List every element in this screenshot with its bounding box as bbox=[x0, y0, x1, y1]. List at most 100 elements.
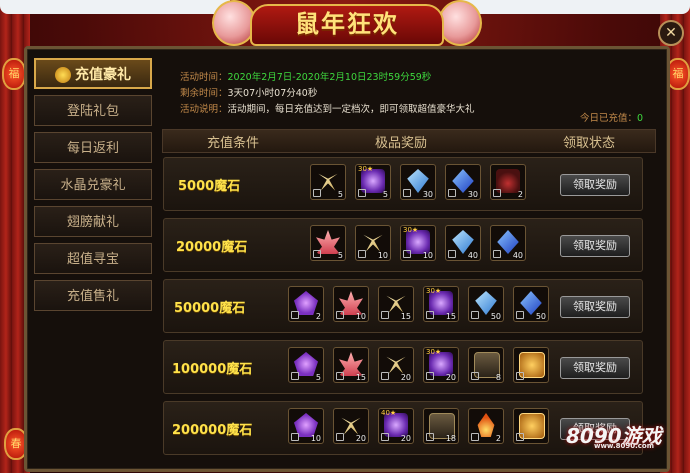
claim-reward-button[interactable]: 领取奖励 bbox=[560, 296, 630, 318]
reward-item[interactable]: 20 bbox=[378, 347, 414, 383]
item-quantity: 15 bbox=[445, 312, 456, 321]
time-value: 2020年2月7日-2020年2月10日23时59分59秒 bbox=[227, 72, 432, 83]
reward-item[interactable]: 30★ 15 bbox=[423, 286, 459, 322]
item-quantity: 30 bbox=[467, 190, 478, 199]
bound-lock-icon bbox=[313, 250, 321, 258]
claim-reward-button[interactable]: 领取奖励 bbox=[560, 235, 630, 257]
event-title: 鼠年狂欢 bbox=[250, 4, 444, 46]
item-quantity: 30 bbox=[422, 190, 433, 199]
bound-lock-icon bbox=[403, 189, 411, 197]
reward-item[interactable]: 50 bbox=[513, 286, 549, 322]
tab-label: 翅膀献礼 bbox=[66, 215, 119, 230]
item-level: 30★ bbox=[426, 287, 442, 295]
reward-item[interactable]: 18 bbox=[423, 408, 459, 444]
reward-item[interactable]: 10 bbox=[333, 286, 369, 322]
desc-label: 活动说明： bbox=[180, 104, 228, 115]
reward-item[interactable]: 2 bbox=[490, 164, 526, 200]
bound-lock-icon bbox=[493, 189, 501, 197]
reward-item[interactable]: 10 bbox=[288, 408, 324, 444]
bound-lock-icon bbox=[471, 433, 479, 441]
lantern-icon: 福 bbox=[2, 58, 26, 90]
tab-0[interactable]: 充值豪礼 bbox=[34, 58, 152, 89]
tab-6[interactable]: 充值售礼 bbox=[34, 280, 152, 311]
tab-2[interactable]: 每日返利 bbox=[34, 132, 152, 163]
tab-label: 充值豪礼 bbox=[75, 67, 131, 83]
bound-lock-icon bbox=[358, 250, 366, 258]
item-quantity: 18 bbox=[445, 434, 456, 443]
event-info: 活动时间：2020年2月7日-2020年2月10日23时59分59秒 剩余时间：… bbox=[180, 70, 475, 118]
reward-item[interactable]: 30 bbox=[445, 164, 481, 200]
reward-item[interactable]: 10 bbox=[355, 225, 391, 261]
recharge-condition: 50000魔石 bbox=[174, 301, 246, 316]
reward-row: 100000魔石 5 15 20 30★ 20 8 领取奖励 bbox=[163, 340, 643, 394]
bound-lock-icon bbox=[313, 189, 321, 197]
item-quantity: 40 bbox=[512, 251, 523, 260]
time-label: 活动时间： bbox=[180, 72, 228, 83]
col-condition: 充值条件 bbox=[207, 136, 260, 151]
tab-1[interactable]: 登陆礼包 bbox=[34, 95, 152, 126]
reward-item[interactable]: 2 bbox=[468, 408, 504, 444]
reward-item[interactable]: 40★ 20 bbox=[378, 408, 414, 444]
bound-lock-icon bbox=[381, 311, 389, 319]
reward-item[interactable]: 5 bbox=[310, 225, 346, 261]
remain-label: 剩余时间： bbox=[180, 88, 228, 99]
recharge-condition: 200000魔石 bbox=[172, 423, 253, 438]
bound-lock-icon bbox=[336, 311, 344, 319]
reward-row: 20000魔石 5 10 30★ 10 40 40 领取奖励 bbox=[163, 218, 643, 272]
site-watermark: 8090游戏 www.8090.com bbox=[566, 420, 662, 450]
reward-item[interactable]: 15 bbox=[333, 347, 369, 383]
item-quantity: 10 bbox=[310, 434, 321, 443]
table-header: 充值条件 极品奖励 领取状态 bbox=[162, 129, 656, 153]
reward-item[interactable]: 5 bbox=[288, 347, 324, 383]
reward-item[interactable]: 5 bbox=[310, 164, 346, 200]
tab-3[interactable]: 水晶兑豪礼 bbox=[34, 169, 152, 200]
claim-reward-button[interactable]: 领取奖励 bbox=[560, 174, 630, 196]
bound-lock-icon bbox=[448, 189, 456, 197]
reward-item[interactable] bbox=[513, 408, 549, 444]
desc-value: 活动期间，每日充值达到一定档次，即可领取超值豪华大礼 bbox=[227, 104, 475, 115]
tab-label: 超值寻宝 bbox=[66, 252, 119, 267]
reward-item[interactable]: 30★ 5 bbox=[355, 164, 391, 200]
bound-lock-icon bbox=[471, 311, 479, 319]
bound-lock-icon bbox=[403, 250, 411, 258]
snow-decoration bbox=[460, 0, 690, 14]
reward-item[interactable]: 50 bbox=[468, 286, 504, 322]
rat-mascot-icon bbox=[438, 0, 482, 46]
watermark-sub: www.8090.com bbox=[594, 442, 655, 450]
bound-lock-icon bbox=[291, 372, 299, 380]
bound-lock-icon bbox=[516, 372, 524, 380]
item-quantity: 5 bbox=[337, 190, 343, 199]
tab-list: 充值豪礼登陆礼包每日返利水晶兑豪礼翅膀献礼超值寻宝充值售礼 bbox=[34, 58, 152, 317]
bound-lock-icon bbox=[493, 250, 501, 258]
reward-item[interactable]: 20 bbox=[333, 408, 369, 444]
reward-item[interactable]: 2 bbox=[288, 286, 324, 322]
reward-item[interactable]: 30 bbox=[400, 164, 436, 200]
item-quantity: 40 bbox=[467, 251, 478, 260]
bound-lock-icon bbox=[291, 433, 299, 441]
bound-lock-icon bbox=[516, 433, 524, 441]
tab-5[interactable]: 超值寻宝 bbox=[34, 243, 152, 274]
reward-item[interactable]: 15 bbox=[378, 286, 414, 322]
today-recharge: 今日已充值：0 bbox=[580, 110, 643, 124]
reward-item[interactable]: 30★ 10 bbox=[400, 225, 436, 261]
reward-item[interactable]: 30★ 20 bbox=[423, 347, 459, 383]
item-quantity: 10 bbox=[355, 312, 366, 321]
item-quantity: 20 bbox=[355, 434, 366, 443]
claim-reward-button[interactable]: 领取奖励 bbox=[560, 357, 630, 379]
close-button[interactable]: ✕ bbox=[658, 20, 684, 46]
col-reward: 极品奖励 bbox=[375, 136, 428, 151]
reward-row: 50000魔石 2 10 15 30★ 15 50 50 领取奖励 bbox=[163, 279, 643, 333]
bound-lock-icon bbox=[358, 189, 366, 197]
bound-lock-icon bbox=[426, 433, 434, 441]
reward-item[interactable]: 40 bbox=[445, 225, 481, 261]
today-value: 0 bbox=[637, 113, 644, 124]
reward-item[interactable]: 8 bbox=[468, 347, 504, 383]
bound-lock-icon bbox=[336, 372, 344, 380]
reward-item[interactable] bbox=[513, 347, 549, 383]
bound-lock-icon bbox=[291, 311, 299, 319]
tab-4[interactable]: 翅膀献礼 bbox=[34, 206, 152, 237]
reward-item[interactable]: 40 bbox=[490, 225, 526, 261]
bound-lock-icon bbox=[381, 372, 389, 380]
bound-lock-icon bbox=[426, 311, 434, 319]
item-quantity: 2 bbox=[517, 190, 523, 199]
